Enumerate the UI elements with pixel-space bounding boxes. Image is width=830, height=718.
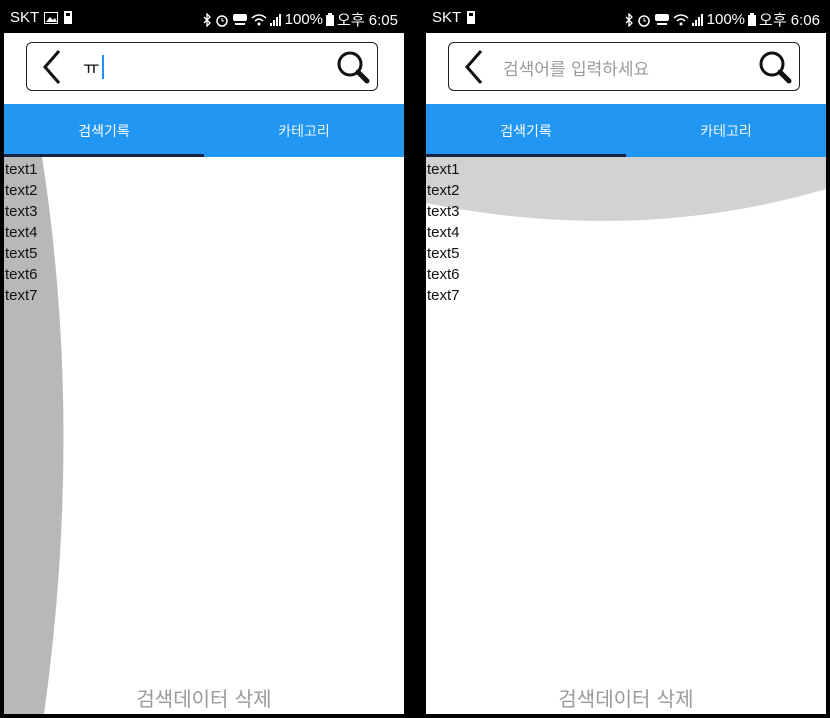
list-item[interactable]: text7 [5,285,38,306]
carrier-label: SKT [432,9,462,26]
search-input-value: ㅠ [83,58,100,79]
list-item[interactable]: text7 [427,285,460,306]
clock: 오후 6:05 [337,12,398,29]
history-content: text1 text2 text3 text4 text5 text6 text… [4,157,404,714]
tab-label: 검색기록 [500,123,552,140]
gallery-icon [44,11,59,24]
wifi-icon [251,13,267,26]
list-item[interactable]: text5 [5,243,38,264]
hd-voice-icon [654,13,670,26]
list-item[interactable]: text3 [427,201,460,222]
battery-percent: 100% [284,11,324,28]
wifi-icon [673,13,689,26]
list-item[interactable]: text1 [427,159,460,180]
search-bar: 검색어를 입력하세요 [448,42,800,91]
tab-search-history[interactable]: 검색기록 [4,104,204,157]
sdcard-icon [63,11,73,24]
ripple-overlay [426,157,826,221]
battery-icon [748,13,757,26]
battery-icon [326,13,335,26]
bluetooth-icon [624,12,634,27]
tab-bar: 검색기록 카테고리 [426,104,826,157]
tab-category[interactable]: 카테고리 [204,104,404,157]
tab-bar: 검색기록 카테고리 [4,104,404,157]
carrier-label: SKT [10,9,40,26]
history-list: text1 text2 text3 text4 text5 text6 text… [5,159,38,306]
list-item[interactable]: text1 [5,159,38,180]
list-item[interactable]: text2 [427,180,460,201]
history-list: text1 text2 text3 text4 text5 text6 text… [427,159,460,306]
tab-search-history[interactable]: 검색기록 [426,104,626,157]
list-item[interactable]: text4 [5,222,38,243]
battery-percent: 100% [706,11,746,28]
sdcard-icon [466,11,476,24]
list-item[interactable]: text5 [427,243,460,264]
alarm-icon [215,13,229,27]
history-content: text1 text2 text3 text4 text5 text6 text… [426,157,826,714]
search-input-placeholder: 검색어를 입력하세요 [503,59,650,80]
search-icon [759,51,792,84]
tab-label: 검색기록 [78,123,130,140]
search-button[interactable] [757,49,793,85]
search-input[interactable]: ㅠ [83,54,104,80]
ripple-overlay [4,157,64,714]
list-item[interactable]: text4 [427,222,460,243]
alarm-icon [637,13,651,27]
search-button[interactable] [335,49,371,85]
phone-screen-right: SKT 100% 오후 6:06 검색어를 입력하세요 검색기록 카테고리 te… [426,0,826,714]
back-button[interactable] [37,48,67,86]
status-bar: SKT 100% 오후 6:05 [4,0,404,33]
list-item[interactable]: text2 [5,180,38,201]
phone-screen-left: SKT 100% 오후 6:05 ㅠ 검색기록 카테고리 text1 text2… [4,0,404,714]
search-bar: ㅠ [26,42,378,91]
signal-icon [691,13,704,26]
delete-history-button[interactable]: 검색데이터 삭제 [426,683,826,712]
search-input[interactable]: 검색어를 입력하세요 [503,54,649,80]
status-bar: SKT 100% 오후 6:06 [426,0,826,33]
back-arrow-icon [43,50,61,84]
list-item[interactable]: text6 [427,264,460,285]
tab-category[interactable]: 카테고리 [626,104,826,157]
list-item[interactable]: text6 [5,264,38,285]
hd-voice-icon [232,13,248,26]
search-icon [337,51,370,84]
text-caret [101,55,104,79]
clock: 오후 6:06 [759,12,820,29]
tab-label: 카테고리 [278,123,330,140]
delete-history-button[interactable]: 검색데이터 삭제 [4,683,404,712]
tab-label: 카테고리 [700,123,752,140]
back-button[interactable] [459,48,489,86]
signal-icon [269,13,282,26]
list-item[interactable]: text3 [5,201,38,222]
back-arrow-icon [465,50,483,84]
bluetooth-icon [202,12,212,27]
